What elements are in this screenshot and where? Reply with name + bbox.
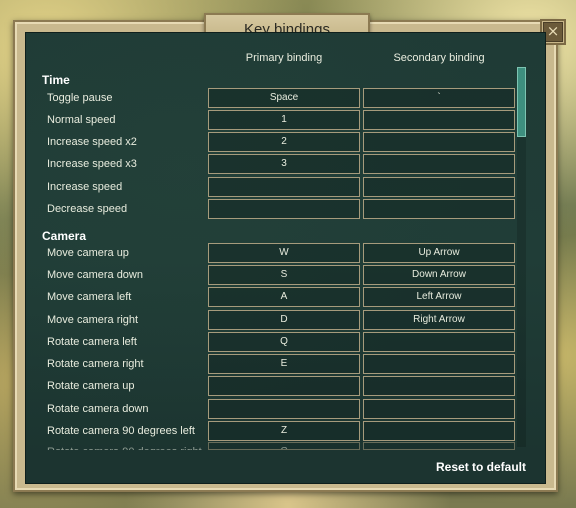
binding-label: Increase speed: [47, 181, 123, 193]
secondary-binding-field[interactable]: [363, 199, 515, 219]
primary-binding-field[interactable]: D: [208, 310, 360, 330]
primary-binding-field[interactable]: W: [208, 243, 360, 263]
binding-label: Toggle pause: [47, 92, 113, 104]
section-title-camera: Camera: [42, 229, 87, 243]
primary-binding-field[interactable]: A: [208, 287, 360, 307]
binding-label: Increase speed x2: [47, 136, 137, 148]
binding-label: Rotate camera 90 degrees left: [47, 425, 195, 437]
primary-binding-field[interactable]: [208, 376, 360, 396]
primary-binding-field[interactable]: 3: [208, 154, 360, 174]
primary-binding-field[interactable]: S: [208, 265, 360, 285]
column-header-primary: Primary binding: [245, 52, 323, 64]
secondary-binding-field[interactable]: [363, 376, 515, 396]
secondary-binding-field[interactable]: [363, 399, 515, 419]
section-title-time: Time: [42, 73, 70, 87]
primary-binding-field[interactable]: 2: [208, 132, 360, 152]
secondary-binding-field[interactable]: [363, 154, 515, 174]
binding-label: Rotate camera up: [47, 380, 135, 392]
binding-label: Rotate camera right: [47, 358, 144, 370]
primary-binding-field[interactable]: C: [208, 442, 360, 450]
secondary-binding-field[interactable]: [363, 110, 515, 130]
scrollbar-thumb[interactable]: [517, 67, 526, 137]
secondary-binding-field[interactable]: [363, 442, 515, 450]
secondary-binding-field[interactable]: [363, 354, 515, 374]
secondary-binding-field[interactable]: Left Arrow: [363, 287, 515, 307]
binding-label: Move camera up: [47, 247, 129, 259]
binding-label: Rotate camera left: [47, 336, 137, 348]
primary-binding-field[interactable]: [208, 199, 360, 219]
primary-binding-field[interactable]: 1: [208, 110, 360, 130]
primary-binding-field[interactable]: [208, 177, 360, 197]
secondary-binding-field[interactable]: [363, 132, 515, 152]
secondary-binding-field[interactable]: Up Arrow: [363, 243, 515, 263]
reset-to-default-button[interactable]: Reset to default: [436, 460, 526, 474]
binding-label: Move camera right: [47, 314, 139, 326]
secondary-binding-field[interactable]: [363, 421, 515, 441]
secondary-binding-field[interactable]: [363, 177, 515, 197]
column-header-secondary: Secondary binding: [393, 52, 485, 64]
binding-label: Rotate camera down: [47, 403, 149, 415]
close-icon: ×: [543, 22, 563, 42]
binding-label: Increase speed x3: [47, 158, 137, 170]
primary-binding-field[interactable]: Space: [208, 88, 360, 108]
secondary-binding-field[interactable]: `: [363, 88, 515, 108]
secondary-binding-field[interactable]: Down Arrow: [363, 265, 515, 285]
secondary-binding-field[interactable]: Right Arrow: [363, 310, 515, 330]
primary-binding-field[interactable]: Z: [208, 421, 360, 441]
binding-label: Decrease speed: [47, 203, 128, 215]
primary-binding-field[interactable]: E: [208, 354, 360, 374]
primary-binding-field[interactable]: Q: [208, 332, 360, 352]
binding-label: Normal speed: [47, 114, 116, 126]
secondary-binding-field[interactable]: [363, 332, 515, 352]
primary-binding-field[interactable]: [208, 399, 360, 419]
binding-label: Move camera left: [47, 291, 132, 303]
binding-label: Move camera down: [47, 269, 143, 281]
